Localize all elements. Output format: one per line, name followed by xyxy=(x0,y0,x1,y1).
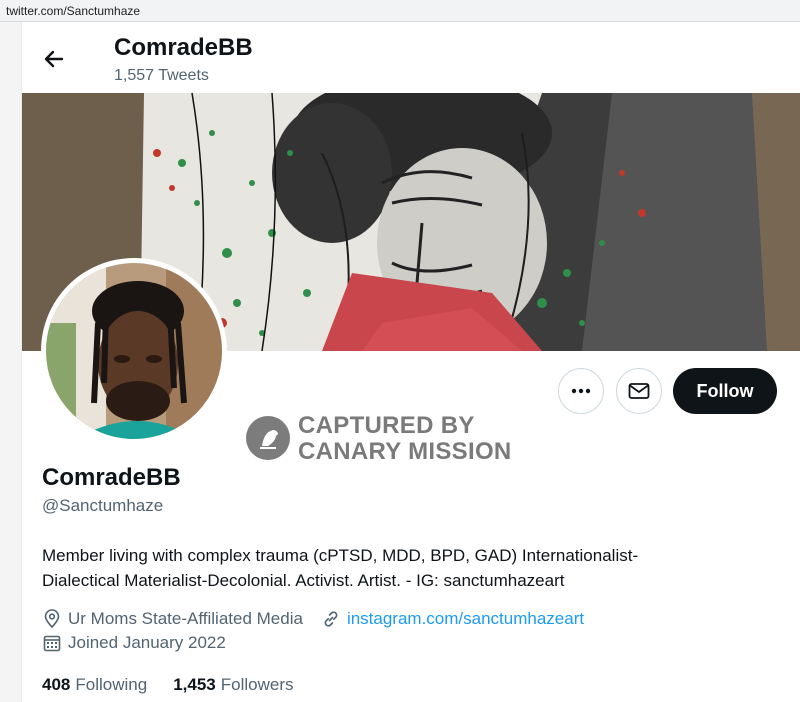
following-label: Following xyxy=(75,675,148,694)
back-button[interactable] xyxy=(40,45,68,73)
watermark-line-1: CAPTURED BY xyxy=(298,412,475,439)
message-button[interactable] xyxy=(616,368,662,414)
browser-url-bar[interactable]: twitter.com/Sanctumhaze xyxy=(0,0,800,22)
followers-link[interactable]: 1,453 Followers xyxy=(173,675,293,695)
watermark-line-2: CANARY MISSION xyxy=(298,438,512,465)
profile-joined-row: Joined January 2022 xyxy=(42,633,226,653)
followers-count: 1,453 xyxy=(173,675,216,694)
bio-line-1: Member living with complex trauma (cPTSD… xyxy=(42,546,639,565)
profile-website-link[interactable]: instagram.com/sanctumhazeart xyxy=(321,609,584,629)
header-title: ComradeBB xyxy=(114,34,253,61)
website-link-text[interactable]: instagram.com/sanctumhazeart xyxy=(347,609,584,629)
profile-name: ComradeBB xyxy=(42,464,181,491)
profile-bio: Member living with complex trauma (cPTSD… xyxy=(42,543,762,593)
calendar-icon xyxy=(43,635,61,652)
profile-meta-row: Ur Moms State-Affiliated Media instagram… xyxy=(42,609,584,629)
profile-handle: @Sanctumhaze xyxy=(42,496,164,515)
left-margin xyxy=(0,22,22,702)
follow-button[interactable]: Follow xyxy=(673,368,777,414)
bio-line-2: Dialectical Materialist-Decolonial. Acti… xyxy=(42,571,565,590)
profile-avatar[interactable] xyxy=(41,258,227,444)
url-text: twitter.com/Sanctumhaze xyxy=(6,4,141,18)
more-options-button[interactable] xyxy=(558,368,604,414)
avatar-photo xyxy=(46,263,222,439)
location-pin-icon xyxy=(44,609,60,629)
following-count: 408 xyxy=(42,675,71,694)
back-arrow-icon xyxy=(44,50,64,68)
followers-label: Followers xyxy=(220,675,294,694)
following-link[interactable]: 408 Following xyxy=(42,675,147,695)
tweet-count: 1,557 Tweets xyxy=(114,67,209,84)
link-icon xyxy=(324,611,338,627)
more-icon xyxy=(571,388,591,394)
mail-icon xyxy=(628,383,650,399)
profile-joined: Joined January 2022 xyxy=(68,633,226,652)
canary-bird-icon xyxy=(246,416,290,460)
profile-stats: 408 Following 1,453 Followers xyxy=(42,675,293,695)
watermark: CAPTURED BY CANARY MISSION xyxy=(246,413,526,465)
profile-location: Ur Moms State-Affiliated Media xyxy=(68,609,303,628)
